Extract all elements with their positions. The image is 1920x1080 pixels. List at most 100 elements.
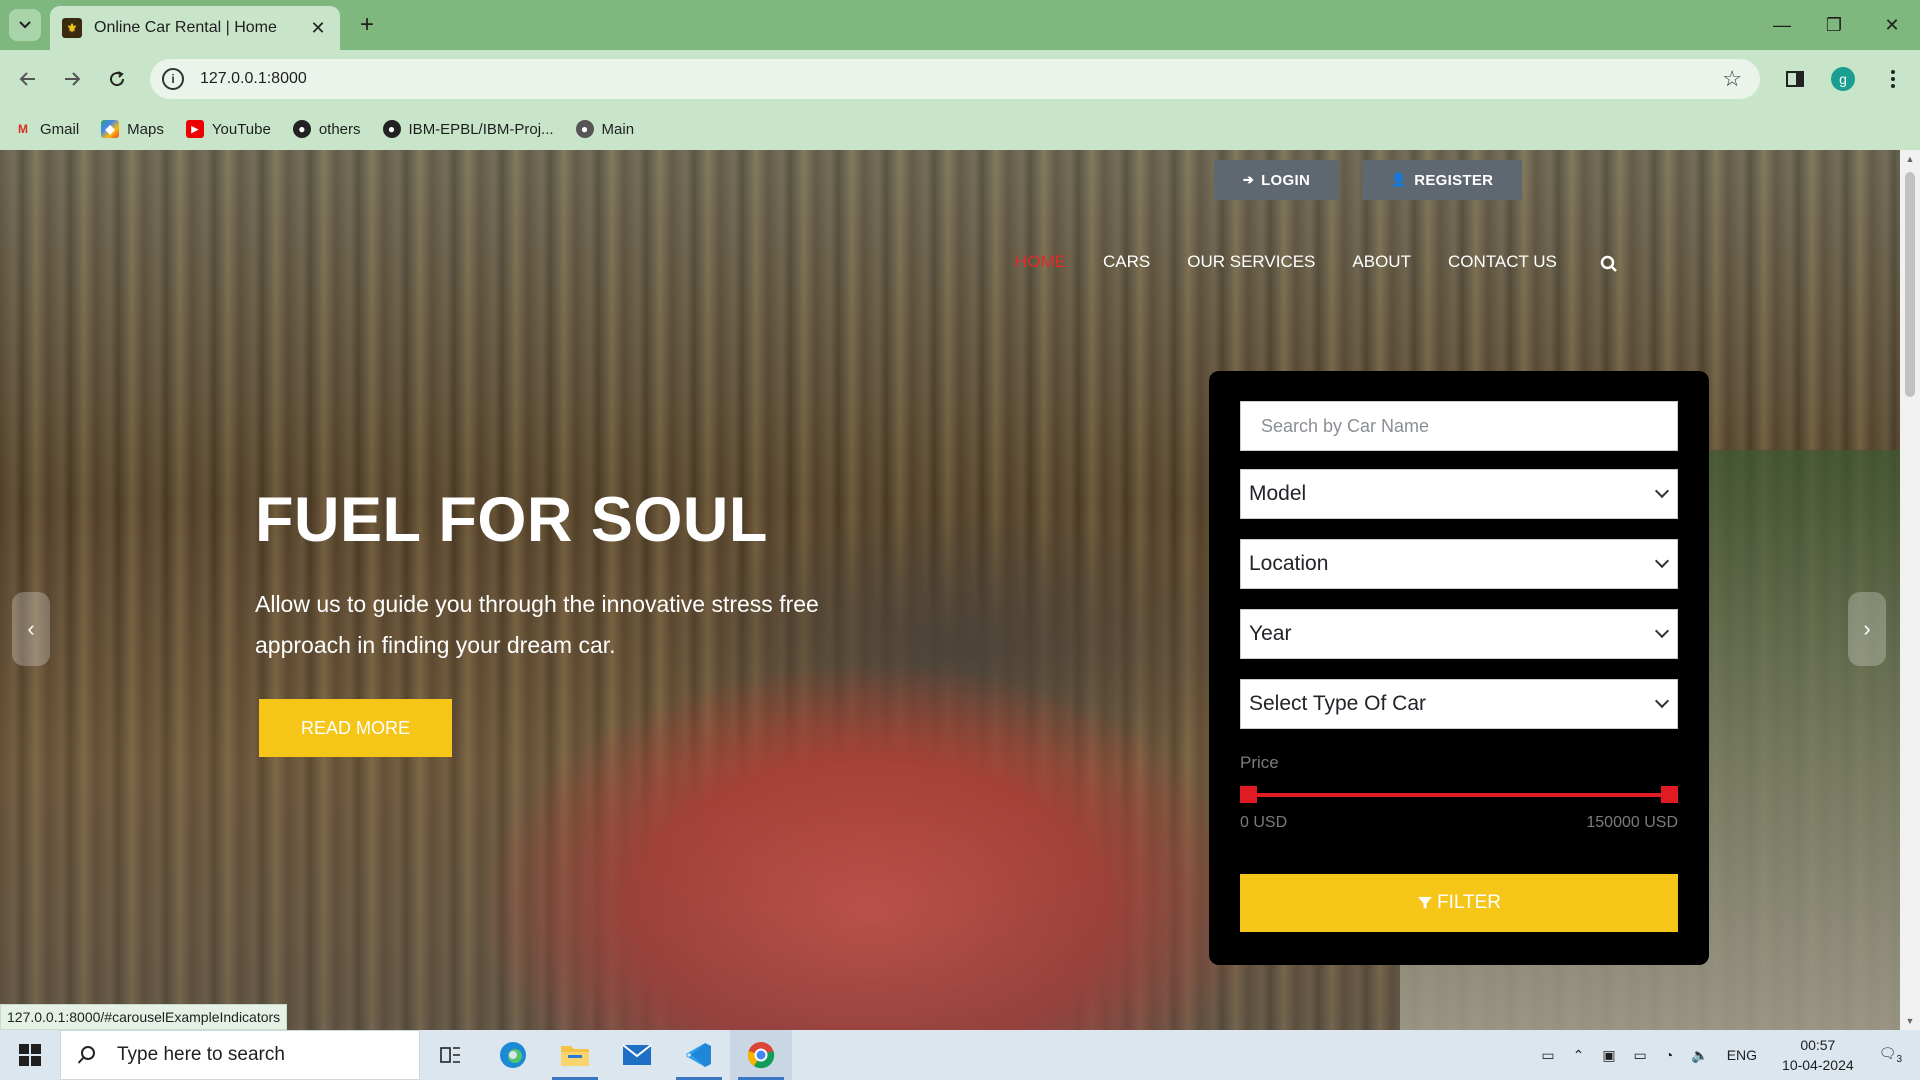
filter-button[interactable]: FILTER <box>1240 874 1678 932</box>
status-bar-url: 127.0.0.1:8000/#carouselExampleIndicator… <box>0 1004 288 1030</box>
bookmark-label: Main <box>601 120 635 138</box>
taskbar-chrome[interactable] <box>730 1030 792 1080</box>
read-more-button[interactable]: READ MORE <box>259 699 452 757</box>
site-info-icon[interactable]: i <box>162 68 184 90</box>
year-select[interactable]: Year <box>1240 609 1678 659</box>
page-scrollbar[interactable]: ▲ ▼ <box>1900 150 1920 1030</box>
register-button[interactable]: 👤 REGISTER <box>1362 160 1522 200</box>
taskbar-edge[interactable] <box>482 1030 544 1080</box>
sign-in-icon: ➔ <box>1242 172 1255 187</box>
search-icon[interactable] <box>1600 255 1618 273</box>
system-tray: ▭ ⌃ ▣ ▭ ◔ 🔈 ENG 00:57 10-04-2024 🗨3 <box>1532 1030 1920 1080</box>
chevron-right-icon: › <box>1863 616 1871 641</box>
chrome-icon <box>747 1042 775 1069</box>
battery-icon[interactable]: ▭ <box>1634 1047 1647 1064</box>
price-label: Price <box>1240 753 1279 772</box>
github-icon: ● <box>382 120 401 138</box>
bookmark-gmail[interactable]: M Gmail <box>14 120 79 138</box>
bookmark-label: Maps <box>127 120 164 138</box>
scrollbar-thumb[interactable] <box>1905 172 1915 397</box>
side-panel-button[interactable] <box>1779 63 1811 95</box>
user-plus-icon: 👤 <box>1390 172 1408 187</box>
new-tab-button[interactable]: + <box>352 10 382 40</box>
car-name-search-input[interactable]: Search by Car Name <box>1240 401 1678 451</box>
location-select[interactable]: Location <box>1240 539 1678 589</box>
taskbar-search-box[interactable]: Type here to search <box>60 1030 420 1080</box>
carousel-prev-button[interactable]: ‹ <box>12 592 50 666</box>
site-favicon-icon: ⚜ <box>62 18 82 38</box>
notification-center-icon[interactable]: 🗨3 <box>1879 1045 1902 1065</box>
bookmark-youtube[interactable]: ▶ YouTube <box>185 120 271 138</box>
register-label: REGISTER <box>1414 171 1494 189</box>
kebab-menu-icon <box>1891 70 1895 88</box>
address-url[interactable]: 127.0.0.1:8000 <box>200 70 1722 88</box>
chevron-left-icon: ‹ <box>27 616 35 641</box>
side-panel-icon <box>1786 71 1804 87</box>
browser-toolbar: i 127.0.0.1:8000 ☆ g <box>0 50 1920 108</box>
forward-button[interactable] <box>56 63 88 95</box>
hero-title: FUEL FOR SOUL <box>255 485 768 555</box>
chevron-down-icon <box>1654 623 1670 639</box>
carousel-next-button[interactable]: › <box>1848 592 1886 666</box>
nav-home[interactable]: HOME <box>1015 252 1066 272</box>
model-select[interactable]: Model <box>1240 469 1678 519</box>
taskbar-file-explorer[interactable] <box>544 1030 606 1080</box>
nav-cars[interactable]: CARS <box>1103 252 1150 272</box>
nav-about[interactable]: ABOUT <box>1352 252 1411 272</box>
bookmark-others[interactable]: ● others <box>292 120 361 138</box>
car-filter-panel: Search by Car Name Model Location Year S… <box>1209 371 1709 965</box>
mail-icon <box>622 1044 652 1065</box>
folder-icon <box>561 1046 589 1066</box>
nav-contact-us[interactable]: CONTACT US <box>1448 252 1557 272</box>
profile-button[interactable]: g <box>1827 63 1859 95</box>
tab-close-icon[interactable]: ✕ <box>308 18 328 39</box>
login-button[interactable]: ➔ LOGIN <box>1214 160 1339 200</box>
arrow-left-icon <box>19 72 35 86</box>
browser-tab-bar: ⚜ Online Car Rental | Home ✕ + — ❐ ✕ <box>0 0 1920 50</box>
taskbar-search-placeholder: Type here to search <box>117 1044 285 1065</box>
reload-button[interactable] <box>101 63 133 95</box>
language-indicator[interactable]: ENG <box>1727 1047 1757 1063</box>
profile-avatar: g <box>1831 67 1855 91</box>
address-bar[interactable]: i 127.0.0.1:8000 ☆ <box>150 59 1760 99</box>
restore-button[interactable]: ❐ <box>1806 0 1862 50</box>
github-icon: ● <box>575 120 594 138</box>
filter-button-label: FILTER <box>1436 892 1502 913</box>
scroll-up-icon[interactable]: ▲ <box>1900 150 1920 168</box>
model-select-value: Model <box>1249 482 1307 505</box>
taskbar-mail[interactable] <box>606 1030 668 1080</box>
bookmark-maps[interactable]: ◆ Maps <box>101 120 164 138</box>
widgets-icon[interactable]: ▭ <box>1541 1047 1554 1064</box>
scroll-down-icon[interactable]: ▼ <box>1900 1012 1920 1030</box>
bookmark-ibm-epbl[interactable]: ● IBM-EPBL/IBM-Proj... <box>382 120 554 138</box>
browser-menu-button[interactable] <box>1877 63 1909 95</box>
clock-date: 10-04-2024 <box>1782 1057 1854 1073</box>
network-icon[interactable]: ◔ <box>1665 1047 1673 1063</box>
volume-icon[interactable]: 🔈 <box>1691 1047 1708 1064</box>
nav-our-services[interactable]: OUR SERVICES <box>1187 252 1315 272</box>
price-range-track[interactable] <box>1247 793 1675 797</box>
show-hidden-icons-icon[interactable]: ⌃ <box>1573 1047 1585 1064</box>
car-type-select[interactable]: Select Type Of Car <box>1240 679 1678 729</box>
windows-logo-icon <box>19 1044 41 1066</box>
chevron-down-icon <box>1654 553 1670 569</box>
bookmark-label: YouTube <box>211 120 271 138</box>
bookmark-star-icon[interactable]: ☆ <box>1722 66 1742 92</box>
tab-search-button[interactable] <box>9 9 41 41</box>
close-window-button[interactable]: ✕ <box>1864 0 1920 50</box>
meet-now-icon[interactable]: ▣ <box>1602 1047 1615 1064</box>
taskbar-vscode[interactable] <box>668 1030 730 1080</box>
browser-tab-active[interactable]: ⚜ Online Car Rental | Home ✕ <box>50 6 340 50</box>
bookmark-main[interactable]: ● Main <box>575 120 635 138</box>
task-view-button[interactable] <box>420 1030 482 1080</box>
gmail-icon: M <box>18 122 28 136</box>
arrow-right-icon <box>65 72 81 86</box>
taskbar-clock[interactable]: 00:57 10-04-2024 <box>1782 1035 1854 1075</box>
price-min-handle[interactable] <box>1240 786 1257 803</box>
price-max-handle[interactable] <box>1661 786 1678 803</box>
back-button[interactable] <box>12 63 44 95</box>
chevron-down-icon <box>19 21 31 29</box>
bookmarks-bar: M Gmail ◆ Maps ▶ YouTube ● others ● IBM-… <box>0 108 1920 150</box>
start-button[interactable] <box>0 1030 60 1080</box>
minimize-button[interactable]: — <box>1754 0 1810 50</box>
